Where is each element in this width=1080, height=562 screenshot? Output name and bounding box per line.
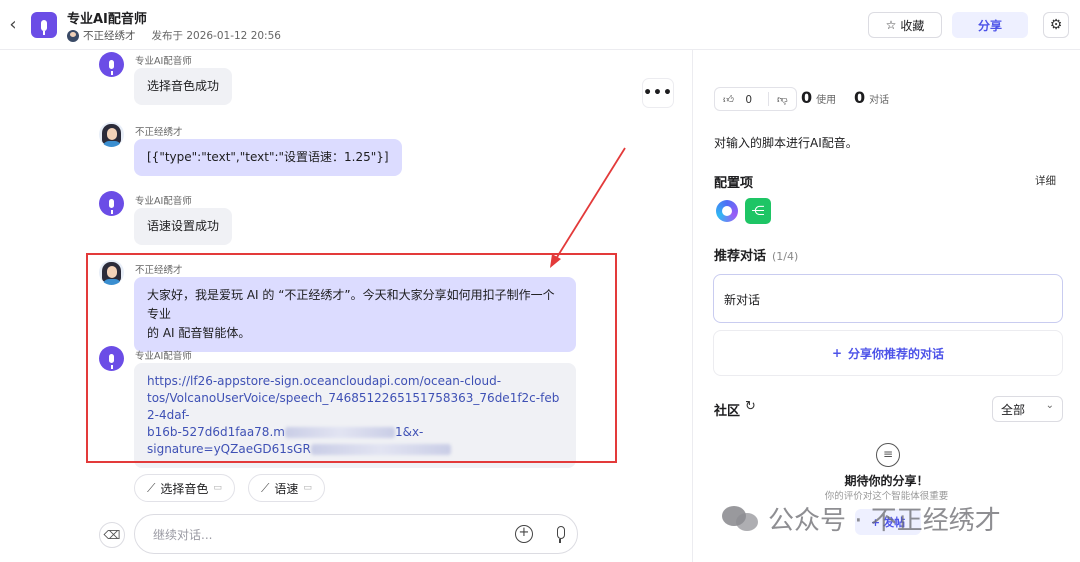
chevron-down-icon: ⌄ [1045, 400, 1054, 411]
reaction-group: 👍︎ 0 👎︎ [714, 87, 797, 111]
plugin-logo-icon[interactable] [716, 200, 738, 222]
microphone-icon [41, 19, 47, 35]
empty-subtitle: 你的评价对这个智能体很重要 [824, 491, 949, 502]
bot-avatar [99, 52, 124, 77]
config-title: 配置项 [714, 176, 754, 191]
annotation-arrow-icon [550, 147, 626, 268]
star-icon: ☆ [885, 18, 897, 32]
clear-context-icon[interactable]: ⌫ [99, 522, 125, 548]
microphone-icon[interactable] [553, 525, 567, 545]
post-button[interactable]: + 发帖 [855, 509, 921, 535]
author-line: 不正经绣才 发布于 2026-01-12 20:56 [67, 28, 281, 43]
chat-input-box[interactable]: + [134, 514, 578, 554]
plus-icon[interactable]: + [515, 525, 533, 543]
plus-icon: + [870, 515, 881, 529]
share-recommend-button[interactable]: + 分享你推荐的对话 [713, 330, 1063, 376]
comment-icon: ≡ [876, 443, 900, 467]
community-title: 社区 [714, 404, 741, 419]
bot-avatar [99, 191, 124, 216]
community-filter-select[interactable]: 全部 ⌄ [992, 396, 1063, 422]
sender-name: 专业AI配音师 [135, 56, 192, 67]
more-options-button[interactable]: ••• [642, 78, 674, 108]
author-avatar [67, 29, 79, 42]
back-arrow-icon[interactable]: ‹ [4, 14, 22, 36]
refresh-icon[interactable]: ↻ [745, 399, 756, 414]
message-bubble: [{"type":"text","text":"设置语速：1.25"}] [134, 139, 402, 176]
page-title: 专业AI配音师 [67, 12, 147, 27]
sender-name: 不正经绣才 [135, 127, 183, 138]
top-bar: ‹ 专业AI配音师 不正经绣才 发布于 2026-01-12 20:56 ☆ 收… [0, 0, 1080, 50]
collect-button[interactable]: ☆ 收藏 [868, 12, 942, 38]
chat-input[interactable] [153, 525, 493, 545]
share-plugin-icon[interactable]: ⋲ [745, 198, 771, 224]
recommended-dialog-card[interactable]: 新对话 [713, 274, 1063, 323]
like-button[interactable]: 👍︎ 0 [715, 93, 768, 106]
recommend-title: 推荐对话 (1/4) [714, 249, 799, 264]
gear-icon[interactable]: ⚙ [1043, 12, 1069, 38]
bot-description: 对输入的脚本进行AI配音。 [714, 136, 858, 150]
plus-icon: + [831, 346, 843, 360]
shortcut-chip-speed[interactable]: ⟋ 语速 ▭ [248, 474, 325, 502]
sender-name: 专业AI配音师 [135, 196, 192, 207]
magic-wand-icon: ⟋ [261, 480, 270, 495]
uses-stat: 0 使用 [801, 88, 837, 107]
chip-label: 选择音色 [160, 481, 209, 496]
collect-label: 收藏 [900, 18, 925, 33]
message-bubble: 选择音色成功 [134, 68, 233, 105]
user-avatar [99, 122, 124, 147]
microphone-icon [109, 60, 114, 75]
dialogs-stat: 0 对话 [854, 88, 890, 107]
publish-time: 发布于 2026-01-12 20:56 [151, 30, 281, 42]
dislike-icon[interactable]: 👎︎ [769, 93, 796, 106]
highlight-box [86, 253, 617, 463]
share-button[interactable]: 分享 [952, 12, 1028, 38]
chip-label: 语速 [274, 481, 299, 496]
config-detail-link[interactable]: 详细 [1035, 173, 1056, 188]
shortcut-chip-voice[interactable]: ⟋ 选择音色 ▭ [134, 474, 235, 502]
side-panel: 👍︎ 0 👎︎ 0 使用 0 对话 对输入的脚本进行AI配音。 配置项 详细 ⋲ 推… [693, 50, 1080, 562]
empty-title: 期待你的分享！ [844, 474, 929, 488]
microphone-icon [109, 199, 114, 214]
bot-avatar [31, 12, 57, 38]
keyboard-icon: ▭ [303, 483, 312, 493]
message-bubble: 语速设置成功 [134, 208, 233, 245]
chat-area: ••• 专业AI配音师 选择音色成功 不正经绣才 [{"type":"text"… [0, 50, 692, 562]
keyboard-icon: ▭ [213, 483, 222, 493]
magic-wand-icon: ⟋ [147, 480, 156, 495]
author-name[interactable]: 不正经绣才 [83, 28, 136, 43]
